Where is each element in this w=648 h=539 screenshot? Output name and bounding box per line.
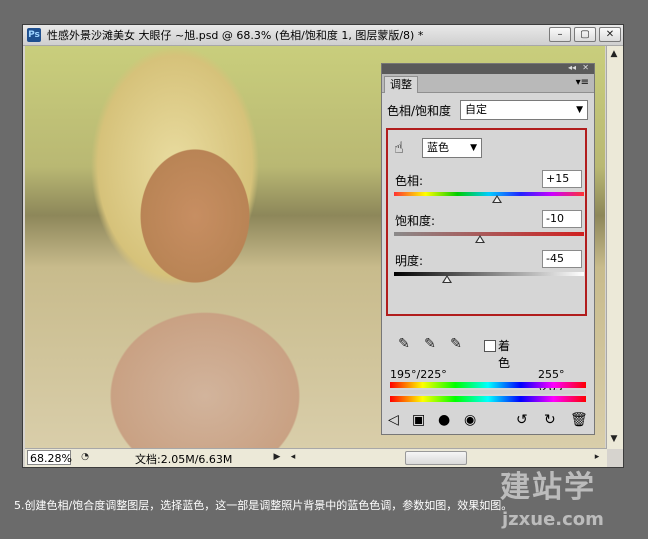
preset-dropdown[interactable]: 自定 ▼ bbox=[460, 100, 588, 120]
saturation-slider-thumb[interactable] bbox=[474, 235, 485, 243]
caption-text: 5.创建色相/饱合度调整图层，选择蓝色，这一部是调整照片背景中的蓝色色调，参数如… bbox=[14, 499, 513, 512]
watermark-main: 建站学 bbox=[500, 470, 596, 505]
zoom-field[interactable]: 68.28% bbox=[27, 450, 72, 465]
eyedropper-plus-icon[interactable]: ✎ bbox=[422, 336, 438, 352]
saturation-label: 饱和度: bbox=[395, 214, 436, 228]
saturation-slider-track[interactable] bbox=[394, 232, 584, 236]
eye-icon[interactable]: ◉ bbox=[464, 412, 476, 428]
eyedropper-minus-icon[interactable]: ✎ bbox=[448, 336, 464, 352]
channel-value: 蓝色 bbox=[427, 141, 449, 154]
doc-info: 文档:2.05M/6.63M bbox=[135, 453, 233, 466]
collapse-icon[interactable]: ◂◂ bbox=[568, 63, 576, 72]
channel-dropdown[interactable]: 蓝色 ▼ bbox=[422, 138, 482, 158]
chevron-down-icon: ▼ bbox=[470, 143, 477, 153]
eyedropper-icon[interactable]: ✎ bbox=[396, 336, 412, 352]
window-title: 性感外景沙滩美女 大眼仔 ~旭.psd @ 68.3% (色相/饱和度 1, 图… bbox=[47, 29, 424, 42]
adjustment-name: 色相/饱和度 bbox=[387, 104, 452, 118]
lightness-label: 明度: bbox=[395, 254, 424, 268]
hue-input[interactable]: +15 bbox=[542, 170, 582, 188]
scroll-thumb[interactable] bbox=[405, 451, 467, 465]
vertical-scrollbar[interactable]: ▲ ▼ bbox=[606, 46, 623, 449]
hue-label: 色相: bbox=[395, 174, 424, 188]
panel-header: ◂◂ ✕ bbox=[382, 63, 594, 74]
hue-slider-track[interactable] bbox=[394, 192, 584, 196]
range-slider[interactable] bbox=[390, 390, 586, 394]
panel-close-icon[interactable]: ✕ bbox=[582, 63, 589, 72]
status-menu-icon[interactable]: ◔ bbox=[79, 450, 91, 465]
restore-button[interactable]: ▢ bbox=[574, 27, 596, 42]
trash-icon[interactable]: 🗑 bbox=[570, 412, 588, 428]
lightness-input[interactable]: -45 bbox=[542, 250, 582, 268]
layer-clip-icon[interactable]: ▣ bbox=[412, 412, 425, 428]
photoshop-app-icon: Ps bbox=[27, 28, 41, 42]
reset-icon[interactable]: ↻ bbox=[544, 412, 556, 428]
scroll-left-icon[interactable]: ◂ bbox=[287, 450, 299, 465]
scroll-up-icon[interactable]: ▲ bbox=[608, 47, 620, 62]
hue-slider-thumb[interactable] bbox=[491, 195, 502, 203]
tab-adjustments[interactable]: 调整 bbox=[384, 76, 418, 93]
back-arrow-icon[interactable]: ◁ bbox=[388, 412, 399, 428]
colorize-checkbox[interactable] bbox=[484, 340, 496, 352]
targeted-adjustment-hand-icon[interactable]: ☝ bbox=[394, 138, 404, 157]
colorize-label: 着色 bbox=[498, 339, 511, 370]
preset-value: 自定 bbox=[465, 103, 487, 116]
panel-tabs: 调整 ▾≡ bbox=[382, 74, 594, 93]
watermark-url: jzxue.com bbox=[502, 509, 604, 530]
lightness-slider-track[interactable] bbox=[394, 272, 584, 276]
minimize-button[interactable]: – bbox=[549, 27, 571, 42]
title-bar: Ps 性感外景沙滩美女 大眼仔 ~旭.psd @ 68.3% (色相/饱和度 1… bbox=[23, 25, 623, 46]
panel-footer: ◁ ▣ ● ◉ ↺ ↻ 🗑 bbox=[386, 412, 590, 430]
visibility-icon[interactable]: ● bbox=[438, 412, 450, 428]
adjustments-panel: ◂◂ ✕ 调整 ▾≡ 色相/饱和度 自定 ▼ ☝ 蓝色 ▼ 色相: +15 饱和… bbox=[381, 63, 595, 435]
lightness-slider-thumb[interactable] bbox=[442, 275, 453, 283]
bottom-spectrum-bar bbox=[390, 396, 586, 402]
chevron-down-icon: ▼ bbox=[576, 105, 583, 115]
top-spectrum-bar bbox=[390, 382, 586, 388]
refresh-icon[interactable]: ↺ bbox=[516, 412, 528, 428]
settings-highlight-box: ☝ 蓝色 ▼ 色相: +15 饱和度: -10 明度: -45 bbox=[386, 128, 587, 316]
close-button[interactable]: ✕ bbox=[599, 27, 621, 42]
saturation-input[interactable]: -10 bbox=[542, 210, 582, 228]
scroll-down-icon[interactable]: ▼ bbox=[608, 432, 620, 447]
status-arrow-icon[interactable]: ▶ bbox=[271, 450, 283, 465]
range-left-label: 195°/225° bbox=[390, 368, 447, 381]
panel-menu-icon[interactable]: ▾≡ bbox=[576, 77, 589, 88]
